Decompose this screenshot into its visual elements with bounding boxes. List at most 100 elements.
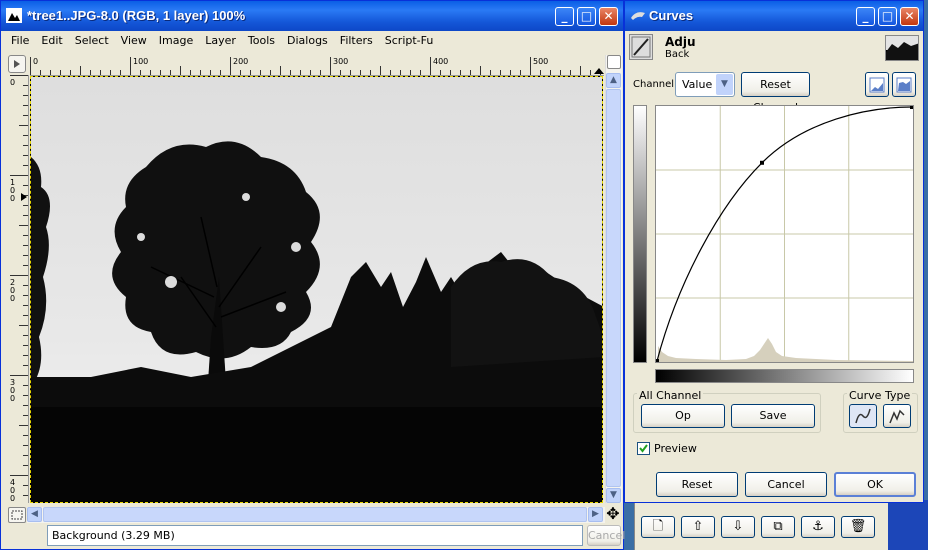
svg-text:0: 0 xyxy=(10,394,15,403)
curves-maximize-button[interactable]: □ xyxy=(878,7,897,26)
curve-control-point[interactable] xyxy=(655,359,659,363)
status-field: Background (3.29 MB) xyxy=(47,525,583,546)
freehand-curve-button[interactable] xyxy=(883,404,911,428)
image-window: *tree1..JPG-8.0 (RGB, 1 layer) 100% _ □ … xyxy=(0,0,625,550)
horizontal-ruler: 0 100 200 300 400 500 xyxy=(30,55,604,76)
vertical-scrollbar[interactable]: ▲ ▼ xyxy=(605,55,622,503)
vertical-scroll-thumb[interactable] xyxy=(606,89,621,487)
svg-text:0: 0 xyxy=(10,294,15,303)
lower-layer-icon: ⇩ xyxy=(732,519,744,534)
scroll-left-button[interactable]: ◀ xyxy=(27,507,42,522)
scroll-down-button[interactable]: ▼ xyxy=(606,488,621,503)
desktop-strip xyxy=(888,500,928,550)
layers-dock: 🗋 ⇧ ⇩ ⧉ ⚓ 🗑 xyxy=(634,500,890,550)
image-window-title: *tree1..JPG-8.0 (RGB, 1 layer) 100% xyxy=(27,8,246,23)
anchor-layer-button[interactable]: ⚓ xyxy=(801,516,835,538)
horizontal-gradient-bar xyxy=(655,369,914,383)
menu-image[interactable]: Image xyxy=(153,31,199,47)
navigate-icon[interactable]: ✥ xyxy=(605,506,621,522)
open-button[interactable]: Op xyxy=(641,404,725,428)
curves-dialog: Curves _ □ ✕ Adju Back Channel: Value ▼ … xyxy=(624,0,924,503)
log-histogram-button[interactable] xyxy=(892,72,916,97)
ruler-h-label: 500 xyxy=(533,57,548,66)
duplicate-layer-icon: ⧉ xyxy=(773,519,783,534)
ruler-v-label: 0 xyxy=(10,78,15,87)
quick-mask-toggle[interactable] xyxy=(8,507,26,523)
channel-select[interactable]: Value ▼ xyxy=(675,72,735,97)
curves-title: Curves xyxy=(649,8,694,23)
maximize-button[interactable]: □ xyxy=(577,7,596,26)
curve-control-point[interactable] xyxy=(910,105,914,109)
curve-graph[interactable] xyxy=(655,105,914,363)
new-layer-button[interactable]: 🗋 xyxy=(641,516,675,538)
menu-filters[interactable]: Filters xyxy=(334,31,379,47)
menu-file[interactable]: File xyxy=(5,31,35,47)
cancel-button[interactable]: Cancel xyxy=(745,472,827,497)
quick-mask-button[interactable] xyxy=(607,55,621,69)
delete-layer-button[interactable]: 🗑 xyxy=(841,516,875,538)
ok-button[interactable]: OK xyxy=(834,472,916,497)
save-button[interactable]: Save xyxy=(731,404,815,428)
ruler-h-label: 100 xyxy=(133,57,148,66)
curves-tool-icon xyxy=(629,34,653,60)
curve-type-label: Curve Type xyxy=(847,389,913,402)
menu-edit[interactable]: Edit xyxy=(35,31,68,47)
ruler-h-label: 300 xyxy=(333,57,348,66)
lower-layer-button[interactable]: ⇩ xyxy=(721,516,755,538)
menu-dialogs[interactable]: Dialogs xyxy=(281,31,334,47)
close-button[interactable]: ✕ xyxy=(599,7,618,26)
pointer-marker xyxy=(21,193,27,201)
raise-layer-button[interactable]: ⇧ xyxy=(681,516,715,538)
svg-text:0: 0 xyxy=(10,78,15,87)
layer-thumbnail xyxy=(885,35,919,61)
new-layer-icon: 🗋 xyxy=(652,519,664,534)
minimize-button[interactable]: _ xyxy=(555,7,574,26)
selection-icon xyxy=(11,510,23,520)
duplicate-layer-button[interactable]: ⧉ xyxy=(761,516,795,538)
svg-text:0: 0 xyxy=(10,194,15,203)
image-window-titlebar[interactable]: *tree1..JPG-8.0 (RGB, 1 layer) 100% _ □ … xyxy=(1,1,623,31)
delete-layer-icon: 🗑 xyxy=(849,519,867,534)
chevron-down-icon: ▼ xyxy=(716,74,733,95)
scroll-up-button[interactable]: ▲ xyxy=(606,73,621,88)
menu-select[interactable]: Select xyxy=(69,31,115,47)
image-canvas[interactable] xyxy=(30,76,603,503)
smooth-curve-icon xyxy=(855,408,871,424)
smooth-curve-button[interactable] xyxy=(849,404,877,428)
preview-checkbox[interactable] xyxy=(637,442,650,455)
channel-label: Channel: xyxy=(633,79,678,90)
channel-select-value: Value xyxy=(682,78,713,91)
menu-layer[interactable]: Layer xyxy=(199,31,242,47)
ruler-v-label: 200 xyxy=(10,278,15,303)
ruler-h-label: 0 xyxy=(33,57,38,66)
reset-button[interactable]: Reset xyxy=(656,472,738,497)
curve-control-point[interactable] xyxy=(760,160,764,165)
header-title: Adju xyxy=(665,35,696,49)
gimp-image-icon xyxy=(6,8,22,23)
horizontal-scrollbar[interactable]: ◀ ▶ xyxy=(27,507,605,523)
navigation-button[interactable] xyxy=(8,55,26,73)
menu-tools[interactable]: Tools xyxy=(242,31,281,47)
histogram xyxy=(658,338,913,362)
status-cancel-button[interactable]: Cancel xyxy=(587,525,625,546)
svg-text:0: 0 xyxy=(10,494,15,503)
tree-photo xyxy=(31,77,602,502)
horizontal-scroll-thumb[interactable] xyxy=(43,507,587,522)
curves-minimize-button[interactable]: _ xyxy=(856,7,875,26)
checkmark-icon xyxy=(639,444,648,453)
linear-histogram-button[interactable] xyxy=(865,72,889,97)
ruler-v-label: 100 xyxy=(10,178,15,203)
anchor-layer-icon: ⚓ xyxy=(812,519,824,534)
curves-close-button[interactable]: ✕ xyxy=(900,7,919,26)
ruler-v-label: 400 xyxy=(10,478,15,503)
curves-titlebar[interactable]: Curves _ □ ✕ xyxy=(625,1,923,31)
reset-channel-button[interactable]: Reset Channel xyxy=(741,72,810,114)
menu-scriptfu[interactable]: Script-Fu xyxy=(379,31,440,47)
menu-view[interactable]: View xyxy=(115,31,153,47)
preview-label: Preview xyxy=(654,442,697,455)
linear-histogram-icon xyxy=(869,77,885,93)
all-channel-label: All Channel xyxy=(637,389,704,402)
scroll-right-button[interactable]: ▶ xyxy=(588,507,603,522)
menu-bar: File Edit Select View Image Layer Tools Dialogs… xyxy=(5,31,619,52)
ruler-v-label: 300 xyxy=(10,378,15,403)
